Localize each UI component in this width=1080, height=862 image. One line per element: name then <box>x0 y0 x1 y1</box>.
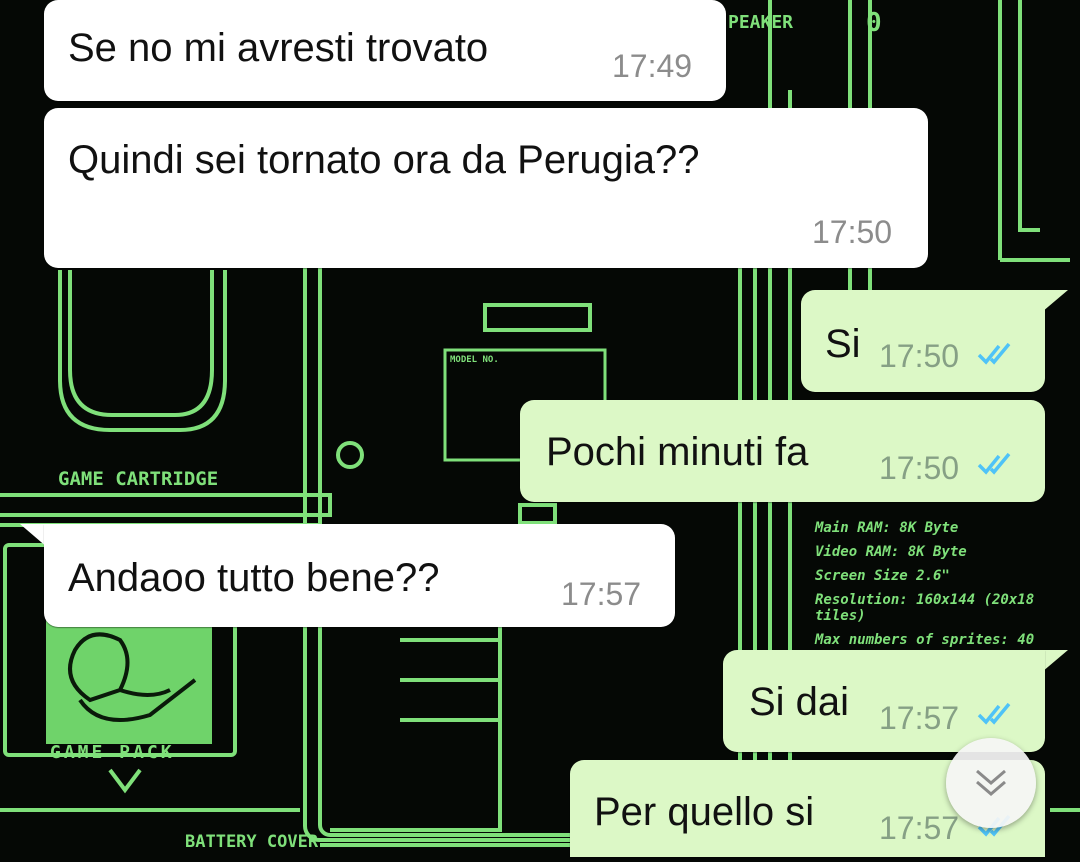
message-time: 17:49 <box>612 48 693 84</box>
message-time: 17:57 <box>879 810 960 846</box>
message-text: Andaoo tutto bene?? <box>68 556 440 600</box>
message-time: 17:50 <box>879 338 960 374</box>
message-bubble-outgoing[interactable]: Pochi minuti fa 17:50 <box>520 400 1045 502</box>
message-text: Quindi sei tornato ora da Perugia?? <box>68 138 700 182</box>
double-chevron-down-icon <box>976 769 1006 796</box>
wallpaper-label-cartridge: GAME CARTRIDGE <box>58 468 219 490</box>
message-text: Se no mi avresti trovato <box>68 26 489 70</box>
wallpaper-spec-line: Video RAM: 8K Byte <box>815 544 967 560</box>
message-bubble-incoming[interactable]: Andaoo tutto bene?? 17:57 <box>44 524 675 627</box>
message-text: Si dai <box>749 680 850 724</box>
message-bubble-outgoing[interactable]: Si dai 17:57 <box>723 650 1045 752</box>
wallpaper-spec-line: Main RAM: 8K Byte <box>815 520 959 536</box>
wallpaper-label-model: MODEL NO. <box>450 355 499 365</box>
wallpaper-label-zero: 0 <box>866 8 882 38</box>
wallpaper-spec-line: Resolution: 160x144 (20x18 tiles) <box>815 592 1035 624</box>
wallpaper-spec-line: Screen Size 2.6" <box>815 568 950 584</box>
message-text: Per quello si <box>594 790 815 834</box>
message-text: Si <box>825 322 861 366</box>
double-check-icon <box>977 702 1011 725</box>
message-bubble-incoming[interactable]: Se no mi avresti trovato 17:49 <box>44 0 726 101</box>
wallpaper-specs: Main RAM: 8K Byte Video RAM: 8K Byte Scr… <box>815 520 1080 648</box>
double-check-icon <box>977 342 1011 365</box>
message-time: 17:50 <box>812 214 893 250</box>
wallpaper-label-battery-cover: BATTERY COVER <box>185 832 319 852</box>
message-bubble-incoming[interactable]: Quindi sei tornato ora da Perugia?? 17:5… <box>44 108 928 268</box>
bubble-tail <box>1042 650 1068 672</box>
double-check-icon <box>977 452 1011 475</box>
message-time: 17:50 <box>879 450 960 486</box>
message-bubble-outgoing[interactable]: Si 17:50 <box>801 290 1045 392</box>
wallpaper-label-speaker: PEAKER <box>728 12 794 33</box>
message-text: Pochi minuti fa <box>546 430 809 474</box>
bubble-tail <box>1042 290 1068 312</box>
message-time: 17:57 <box>879 700 960 736</box>
message-time: 17:57 <box>561 576 642 612</box>
wallpaper-label-game-pack: GAME PACK <box>50 742 175 763</box>
scroll-to-bottom-button[interactable] <box>946 738 1036 828</box>
wallpaper-spec-line: Max numbers of sprites: 40 <box>815 632 1035 648</box>
